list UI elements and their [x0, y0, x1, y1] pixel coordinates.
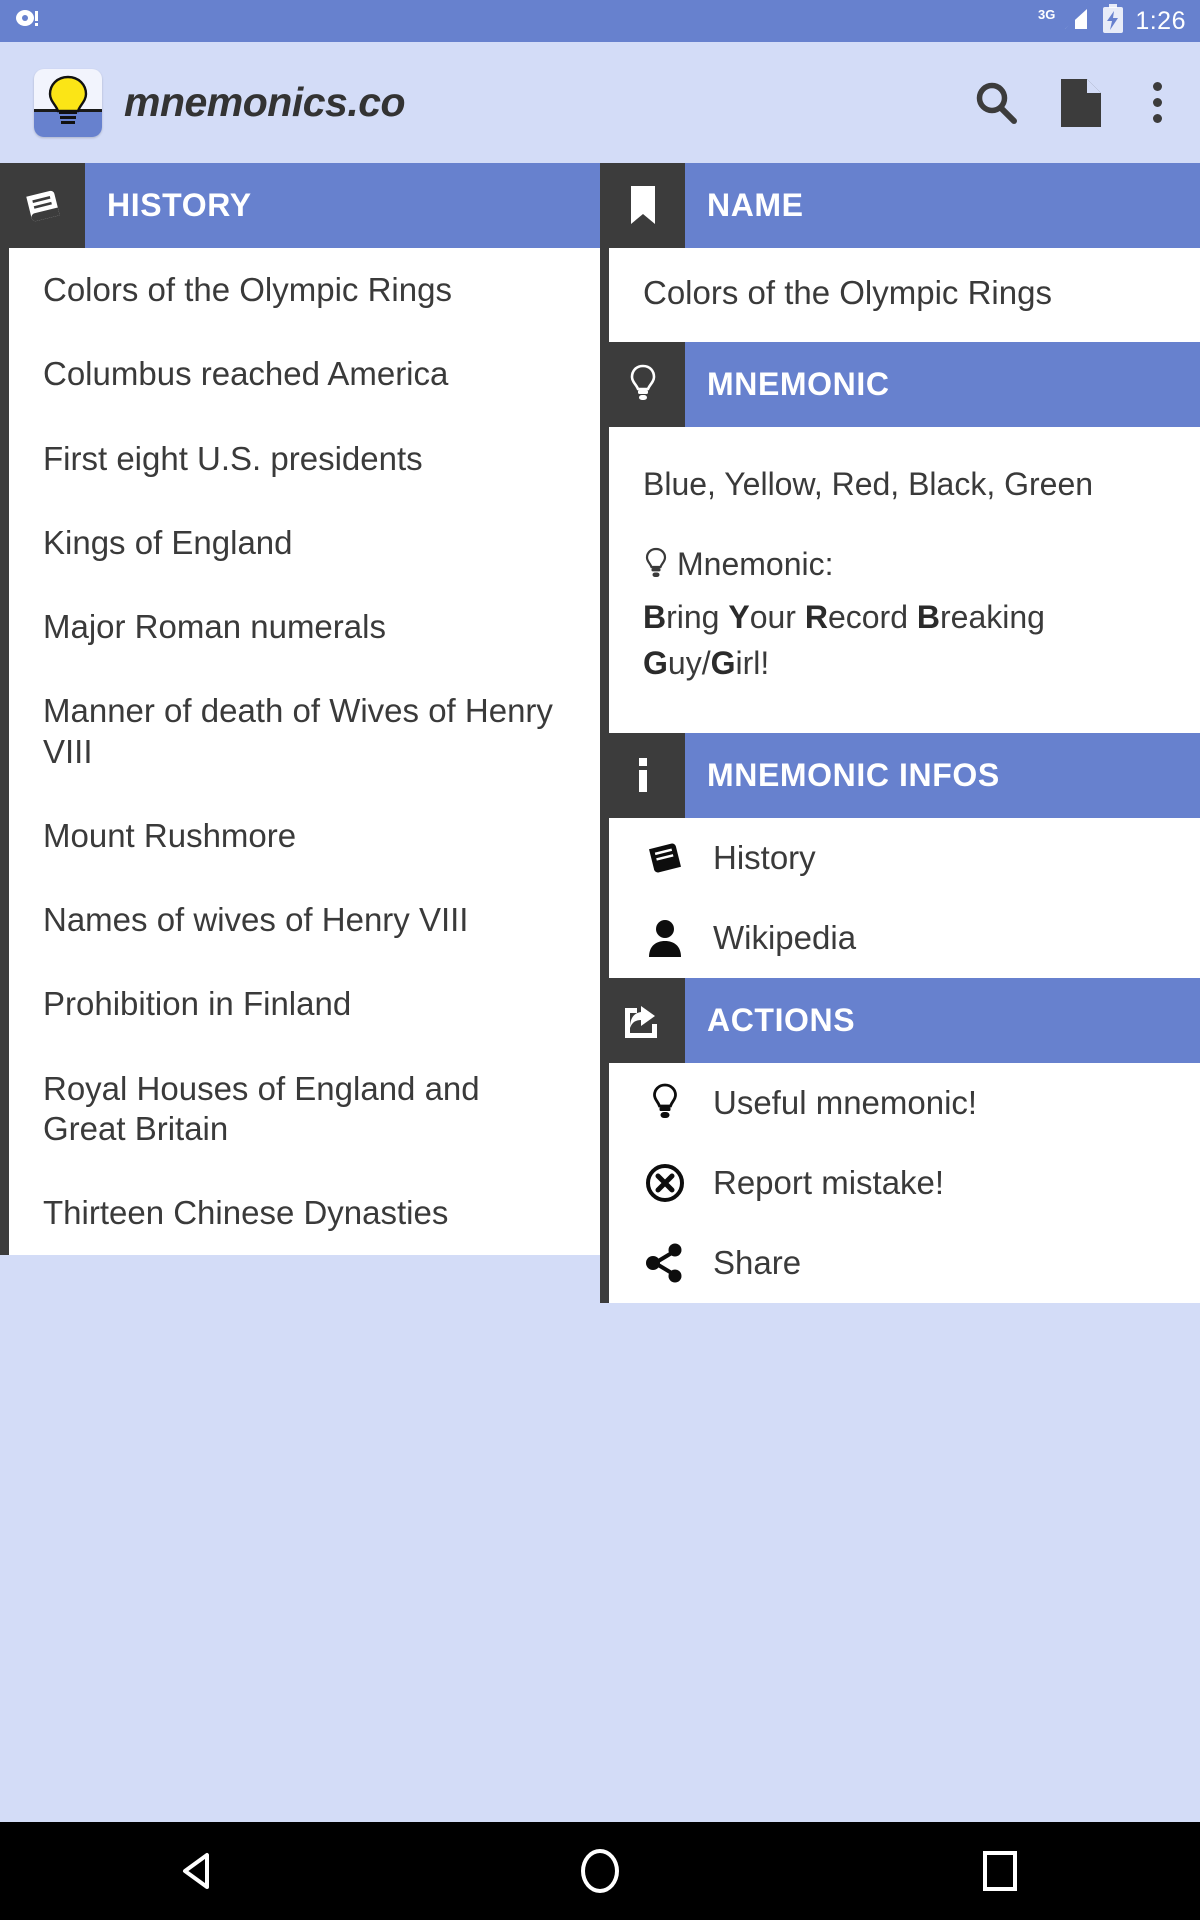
lightbulb-logo-icon [34, 68, 102, 137]
list-item[interactable]: Thirteen Chinese Dynasties [9, 1171, 600, 1255]
clock-label: 1:26 [1135, 6, 1186, 35]
book-icon [0, 163, 85, 248]
infos-section-body: History Wikipedia [600, 817, 1200, 978]
status-bar-right: 3G 1:26 [1037, 3, 1186, 39]
info-item-label: Wikipedia [713, 918, 857, 956]
mnemonic-phrase: Bring Your Record Breaking Guy/Girl! [643, 594, 1166, 687]
name-section-body: Colors of the Olympic Rings [600, 248, 1200, 342]
actions-section-body: Useful mnemonic! Report mistake! Share [600, 1062, 1200, 1303]
bookmark-icon [600, 163, 685, 248]
mnemonic-phrase-rest: our [749, 598, 805, 635]
list-item[interactable]: Columbus reached America [9, 332, 600, 416]
mnemonic-label-row: Mnemonic: [643, 541, 1166, 593]
info-icon [600, 732, 685, 818]
mnemonic-spacer [643, 507, 1166, 541]
mnemonic-phrase-bold: G [710, 645, 736, 682]
list-item[interactable]: Prohibition in Finland [9, 962, 600, 1046]
book-icon [643, 837, 687, 879]
list-item[interactable]: Colors of the Olympic Rings [9, 248, 600, 332]
status-bar: 3G 1:26 [0, 0, 1200, 42]
list-item[interactable]: Royal Houses of England and Great Britai… [9, 1047, 600, 1172]
mnemonic-phrase-rest: uy/ [667, 645, 711, 682]
content-area: HISTORY Colors of the Olympic Rings Colu… [0, 163, 1200, 1920]
search-icon[interactable] [971, 78, 1021, 128]
mnemonic-phrase-bold: Y [728, 598, 750, 635]
mnemonic-phrase-rest: ecord [827, 598, 917, 635]
notification-icon [14, 6, 40, 37]
person-icon [643, 917, 687, 959]
mnemonic-content: Blue, Yellow, Red, Black, Green Mnemonic… [609, 427, 1200, 733]
action-item-label: Useful mnemonic! [713, 1083, 978, 1121]
list-item[interactable]: Manner of death of Wives of Henry VIII [9, 669, 600, 794]
action-item-label: Report mistake! [713, 1163, 945, 1201]
mnemonic-section-header: MNEMONIC [600, 342, 1200, 427]
list-item[interactable]: Names of wives of Henry VIII [9, 878, 600, 962]
mnemonic-phrase-bold: R [804, 598, 828, 635]
system-navigation-bar [0, 1822, 1200, 1920]
home-button[interactable] [540, 1849, 660, 1893]
share-export-icon [600, 977, 685, 1063]
history-section-title: HISTORY [107, 187, 252, 223]
actions-section-header: ACTIONS [600, 977, 1200, 1063]
status-bar-left [14, 6, 40, 37]
history-list: Colors of the Olympic Rings Columbus rea… [0, 248, 600, 1256]
share-nodes-icon [643, 1242, 687, 1284]
app-bar-actions [971, 77, 1174, 129]
recents-button[interactable] [940, 1851, 1060, 1891]
action-item-report[interactable]: Report mistake! [609, 1143, 1200, 1223]
infos-section-header: MNEMONIC INFOS [600, 732, 1200, 818]
report-circle-x-icon [643, 1162, 687, 1204]
action-item-label: Share [713, 1243, 802, 1281]
app-bar: mnemonics.co [0, 42, 1200, 163]
history-section-header: HISTORY [0, 163, 600, 248]
app-screen: 3G 1:26 mnemonics.co HISTORY Colors of t… [0, 0, 1200, 1920]
detail-panel: NAME Colors of the Olympic Rings MNEMONI… [600, 163, 1200, 1303]
overflow-menu-icon[interactable] [1141, 82, 1174, 123]
history-panel: HISTORY Colors of the Olympic Rings Colu… [0, 163, 600, 1256]
action-item-share[interactable]: Share [609, 1223, 1200, 1303]
mnemonic-answer: Blue, Yellow, Red, Black, Green [643, 466, 1094, 502]
actions-section-title: ACTIONS [707, 1001, 856, 1038]
mnemonic-phrase-bold: B [643, 598, 667, 635]
mnemonic-name-value: Colors of the Olympic Rings [643, 274, 1052, 311]
lightbulb-icon [643, 1082, 687, 1124]
info-item-wikipedia[interactable]: Wikipedia [609, 898, 1200, 978]
back-button[interactable] [140, 1848, 260, 1894]
name-section-header: NAME [600, 163, 1200, 248]
battery-charging-icon [1101, 3, 1125, 39]
mnemonic-section-body: Blue, Yellow, Red, Black, Green Mnemonic… [600, 427, 1200, 733]
mnemonic-phrase-bold: G [643, 645, 668, 682]
lightbulb-icon [643, 541, 669, 593]
info-item-label: History [713, 838, 816, 876]
list-item[interactable]: Kings of England [9, 501, 600, 585]
list-item[interactable]: Major Roman numerals [9, 585, 600, 669]
list-item[interactable]: First eight U.S. presidents [9, 417, 600, 501]
infos-section-title: MNEMONIC INFOS [707, 756, 1000, 793]
info-item-history[interactable]: History [609, 818, 1200, 898]
mnemonic-label: Mnemonic: [677, 546, 834, 583]
mnemonic-phrase-rest: ring [666, 598, 729, 635]
network-type-label: 3G [1037, 6, 1056, 22]
mnemonic-phrase-bold: B [916, 598, 940, 635]
list-item[interactable]: Mount Rushmore [9, 794, 600, 878]
signal-bars-icon [1061, 5, 1091, 38]
mnemonic-phrase-rest: reaking [940, 598, 1045, 635]
action-item-useful[interactable]: Useful mnemonic! [609, 1063, 1200, 1143]
mnemonic-phrase-rest: irl! [735, 645, 770, 682]
page-title: mnemonics.co [124, 79, 406, 125]
lightbulb-icon [600, 342, 685, 427]
document-icon[interactable] [1059, 77, 1103, 129]
mnemonic-section-title: MNEMONIC [707, 366, 890, 402]
name-section-title: NAME [707, 187, 804, 223]
